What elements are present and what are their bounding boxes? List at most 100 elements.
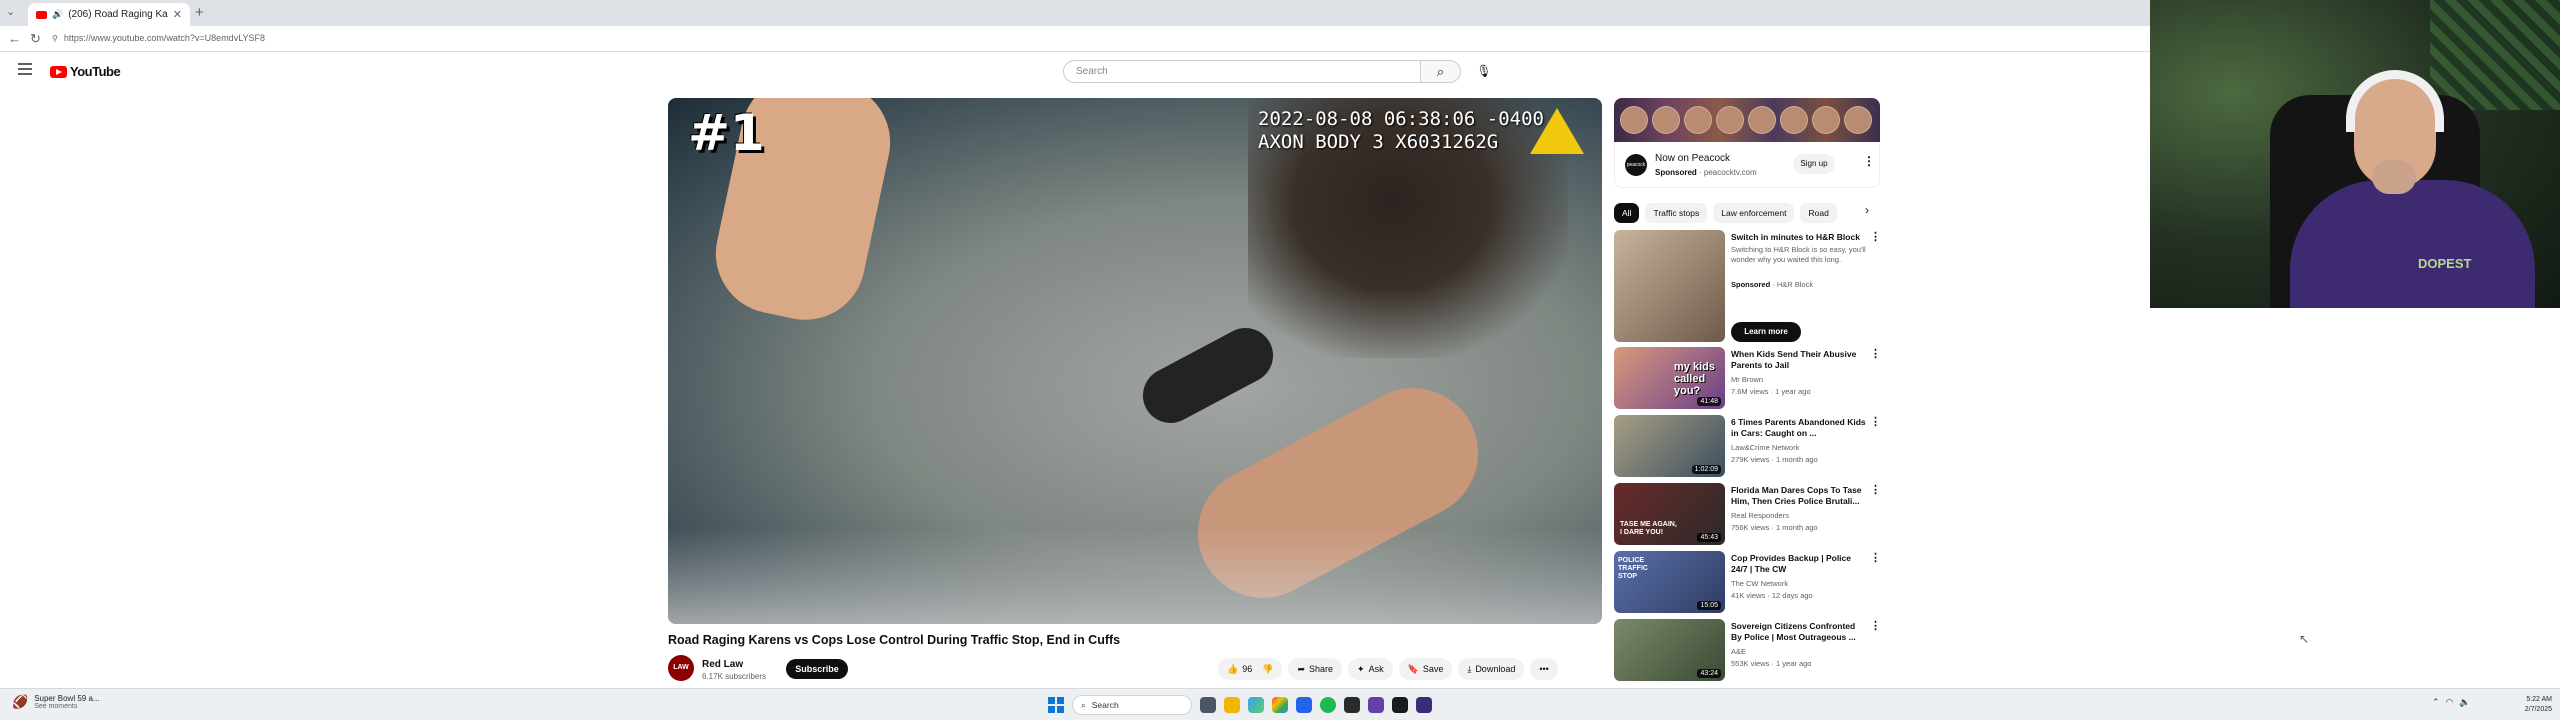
chip-traffic-stops[interactable]: Traffic stops [1645,203,1708,223]
ad-domain: peacocktv.com [1703,168,1757,177]
recommendation-channel[interactable]: Mr Brown [1731,375,1763,384]
recommendation-channel[interactable]: Law&Crime Network [1731,443,1799,452]
search-icon[interactable]: ⌕ [1421,60,1461,83]
ask-button[interactable]: ✦ Ask [1348,658,1393,680]
learn-more-button[interactable]: Learn more [1731,322,1801,342]
duration-badge: 43:24 [1697,669,1721,678]
list-item[interactable]: 1:02:09 6 Times Parents Abandoned Kids i… [1614,415,1881,479]
ad-signup-button[interactable]: Sign up [1793,154,1835,174]
recommendation-more-icon[interactable]: ⋮ [1870,483,1881,496]
clock-date: 2/7/2025 [2524,706,2552,713]
save-button[interactable]: 🔖 Save [1398,658,1453,680]
widgets-button[interactable]: 🏈 Super Bowl 59 a... See moments [12,694,100,710]
axon-logo-icon [1530,108,1584,154]
file-explorer-icon[interactable] [1224,697,1240,713]
recommendation-thumbnail[interactable] [1614,230,1725,342]
duration-badge: 41:48 [1697,397,1721,406]
ad-banner-image[interactable] [1614,98,1880,142]
video-player[interactable]: #1 2022-08-08 06:38:06 -0400 AXON BODY 3… [668,98,1602,624]
recommendation-thumbnail[interactable]: my kids called you? 41:48 [1614,347,1725,409]
recommendation-sponsor-line: Sponsored · H&R Block [1731,280,1814,289]
obs-icon[interactable] [1416,697,1432,713]
search-icon: ⌕ [1081,699,1086,710]
recommendation-more-icon[interactable]: ⋮ [1870,415,1881,428]
search-input[interactable]: Search [1063,60,1421,83]
dislike-icon[interactable]: 👎 [1262,664,1273,675]
youtube-logo[interactable]: YouTube [50,64,121,79]
recommendation-thumbnail[interactable]: 43:24 [1614,619,1725,681]
reload-icon[interactable]: ↻ [30,31,41,47]
steam-icon[interactable] [1392,697,1408,713]
recommendation-thumbnail[interactable]: 1:02:09 [1614,415,1725,477]
edge-icon[interactable] [1248,697,1264,713]
recommendation-title[interactable]: When Kids Send Their Abusive Parents to … [1731,349,1866,371]
sparkle-icon: ✦ [1357,663,1365,674]
recommendation-more-icon[interactable]: ⋮ [1870,230,1881,243]
share-button[interactable]: ➦ Share [1288,658,1343,680]
recommendation-title[interactable]: Cop Provides Backup | Police 24/7 | The … [1731,553,1866,575]
app-icon[interactable] [1344,697,1360,713]
clock-time: 5:22 AM [2526,696,2552,703]
youtube-header: YouTube Search ⌕ 🎙 [0,52,2150,92]
taskbar-search[interactable]: ⌕ Search [1072,695,1192,715]
tray-chevron-icon[interactable]: ⌃ [2432,697,2440,708]
ask-label: Ask [1368,664,1384,674]
recommendation-channel[interactable]: A&E [1731,647,1746,656]
ad-more-icon[interactable]: ⋮ [1863,154,1875,168]
channel-name[interactable]: Red Law [702,659,743,670]
windows-start-icon[interactable] [1048,697,1064,713]
subscribe-button[interactable]: Subscribe [786,659,848,679]
download-button[interactable]: ⤓ Download [1458,658,1525,680]
video-frame-shoe [1133,318,1283,433]
share-label: Share [1309,664,1334,674]
menu-icon[interactable] [18,63,32,75]
twitch-icon[interactable] [1368,697,1384,713]
webcam-person-hand [2372,160,2416,194]
new-tab-icon[interactable]: + [195,4,204,21]
chip-law-enforcement[interactable]: Law enforcement [1713,203,1795,223]
recommendation-thumbnail[interactable]: POLICE TRAFFIC STOP 15:05 [1614,551,1725,613]
store-icon[interactable] [1296,697,1312,713]
url-field[interactable]: ⚲ https://www.youtube.com/watch?v=U8emdv… [52,33,265,43]
trophy-icon: 🏈 [12,694,29,709]
recommendation-more-icon[interactable]: ⋮ [1870,347,1881,360]
list-item[interactable]: 43:24 Sovereign Citizens Confronted By P… [1614,619,1881,683]
spotify-icon[interactable] [1320,697,1336,713]
volume-icon[interactable]: 🔈 [2459,697,2470,708]
recommendation-title[interactable]: 6 Times Parents Abandoned Kids in Cars: … [1731,417,1866,439]
task-view-icon[interactable] [1200,697,1216,713]
tab-search-chevron-icon[interactable]: ⌄ [6,5,15,18]
recommendation-thumbnail[interactable]: TASE ME AGAIN, I DARE YOU! 45:43 [1614,483,1725,545]
more-actions-button[interactable]: ••• [1530,658,1558,680]
recommendation-title[interactable]: Sovereign Citizens Confronted By Police … [1731,621,1866,643]
taskbar-apps: ⌕ Search [1048,695,1432,715]
recommendation-channel[interactable]: The CW Network [1731,579,1788,588]
recommendation-more-icon[interactable]: ⋮ [1870,619,1881,632]
like-icon[interactable]: 👍 [1227,664,1238,675]
back-icon[interactable]: ← [8,31,21,46]
microphone-icon[interactable]: 🎙 [1472,60,1496,83]
chip-road[interactable]: Road [1800,203,1837,223]
recommendation-meta: 279K views · 1 month ago [1731,455,1818,464]
chevron-right-icon[interactable]: › [1857,203,1877,217]
close-tab-icon[interactable]: ✕ [173,8,182,21]
speaker-icon[interactable]: 🔊 [52,9,63,20]
sponsored-recommendation[interactable]: Switch in minutes to H&R Block Switching… [1614,230,1881,342]
list-item[interactable]: my kids called you? 41:48 When Kids Send… [1614,347,1881,411]
chrome-icon[interactable] [1272,697,1288,713]
like-count[interactable]: 96 [1242,664,1252,674]
recommendation-more-icon[interactable]: ⋮ [1870,551,1881,564]
ad-title[interactable]: Now on Peacock [1655,153,1730,164]
recommendation-title[interactable]: Florida Man Dares Cops To Tase Him, Then… [1731,485,1866,507]
taskbar-clock[interactable]: 5:22 AM 2/7/2025 [2522,695,2552,715]
recommendation-title[interactable]: Switch in minutes to H&R Block [1731,232,1866,243]
browser-tab[interactable]: 🔊 (206) Road Raging Karens vs ✕ [28,3,190,26]
wifi-icon[interactable]: ◠ [2446,697,2454,708]
recommendation-meta: 553K views · 1 year ago [1731,659,1812,668]
list-item[interactable]: POLICE TRAFFIC STOP 15:05 Cop Provides B… [1614,551,1881,615]
recommendation-channel[interactable]: Real Responders [1731,511,1789,520]
channel-avatar[interactable]: LAW [668,655,694,681]
site-info-icon[interactable]: ⚲ [52,34,58,43]
list-item[interactable]: TASE ME AGAIN, I DARE YOU! 45:43 Florida… [1614,483,1881,547]
chip-all[interactable]: All [1614,203,1640,223]
